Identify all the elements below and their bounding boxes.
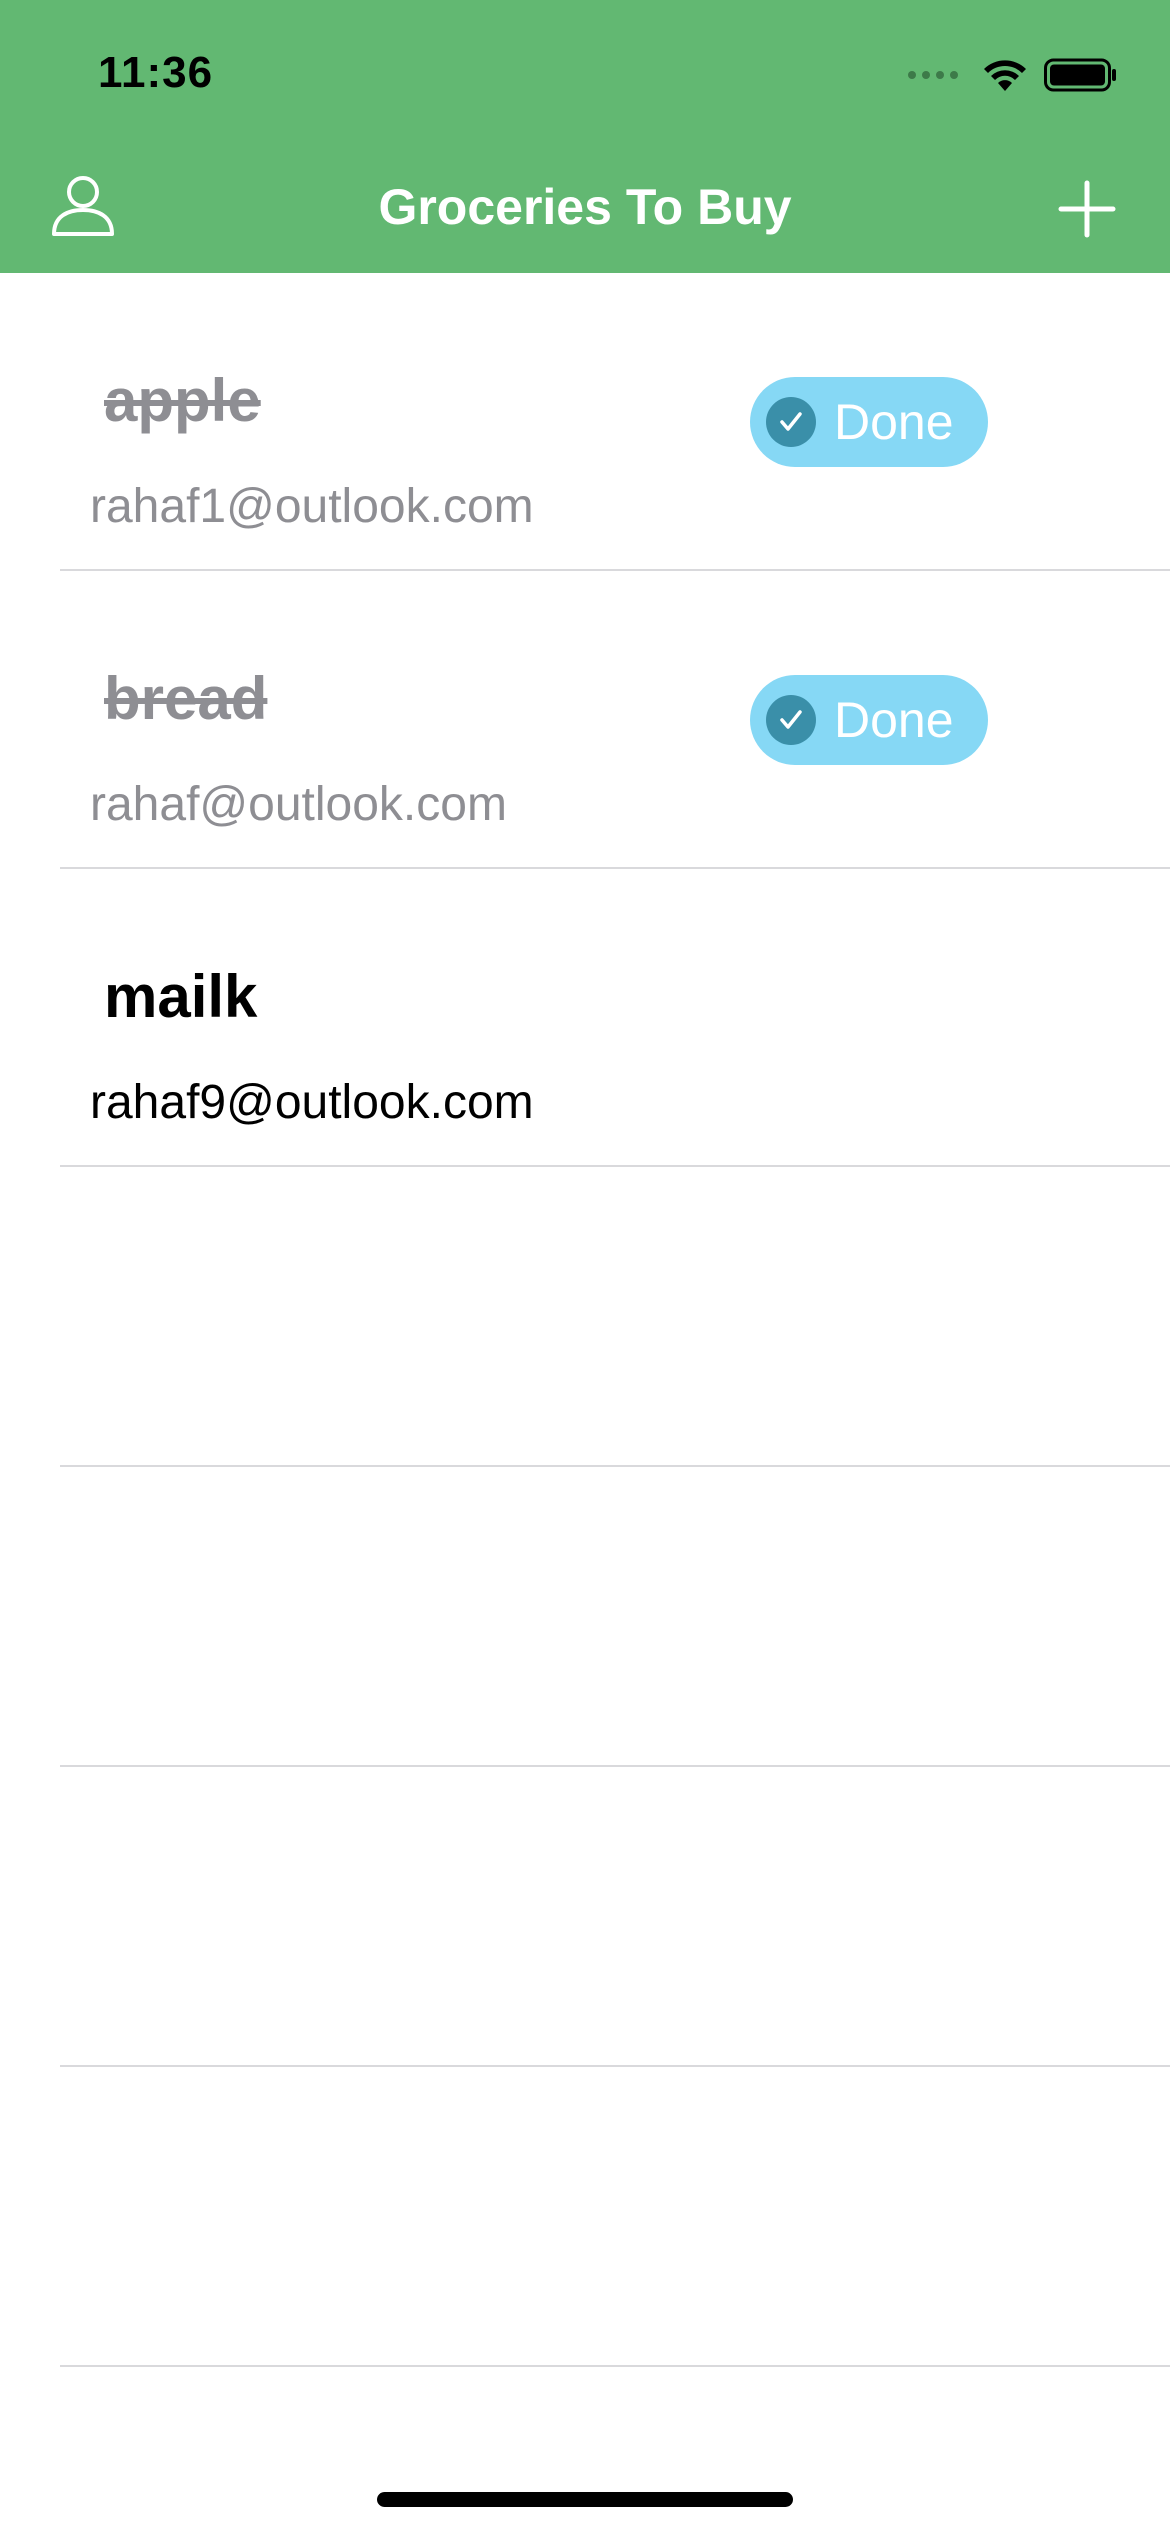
list-item[interactable]: bread rahaf@outlook.com Done xyxy=(60,571,1170,869)
item-email: rahaf@outlook.com xyxy=(90,778,507,831)
item-name: apple xyxy=(104,367,261,434)
item-email: rahaf1@outlook.com xyxy=(90,480,534,533)
done-label: Done xyxy=(834,692,954,748)
page-title: Groceries To Buy xyxy=(378,179,792,235)
done-badge[interactable]: Done xyxy=(750,377,988,467)
done-label: Done xyxy=(834,394,954,450)
item-name: mailk xyxy=(104,963,258,1030)
navigation-header: 11:36 Groceries To Buy xyxy=(0,0,1170,273)
empty-list-row xyxy=(60,1467,1170,1767)
item-email: rahaf9@outlook.com xyxy=(90,1076,534,1129)
item-name: bread xyxy=(104,665,268,732)
status-indicators xyxy=(908,55,1118,95)
empty-list-row xyxy=(60,1167,1170,1467)
list-item[interactable]: mailk rahaf9@outlook.com xyxy=(60,869,1170,1167)
checkmark-icon xyxy=(766,397,816,447)
wifi-icon xyxy=(984,60,1026,91)
home-indicator[interactable] xyxy=(377,2492,793,2507)
checkmark-icon xyxy=(766,695,816,745)
list-item[interactable]: apple rahaf1@outlook.com Done xyxy=(60,273,1170,571)
status-time: 11:36 xyxy=(98,48,214,97)
done-badge[interactable]: Done xyxy=(750,675,988,765)
battery-icon xyxy=(1044,58,1116,92)
plus-icon xyxy=(1058,180,1116,238)
empty-list-row xyxy=(60,2067,1170,2367)
cellular-signal-icon xyxy=(908,71,958,79)
empty-list-row xyxy=(60,1767,1170,2067)
grocery-list: apple rahaf1@outlook.com Done bread raha… xyxy=(0,273,1170,2367)
add-item-button[interactable] xyxy=(1058,180,1116,238)
